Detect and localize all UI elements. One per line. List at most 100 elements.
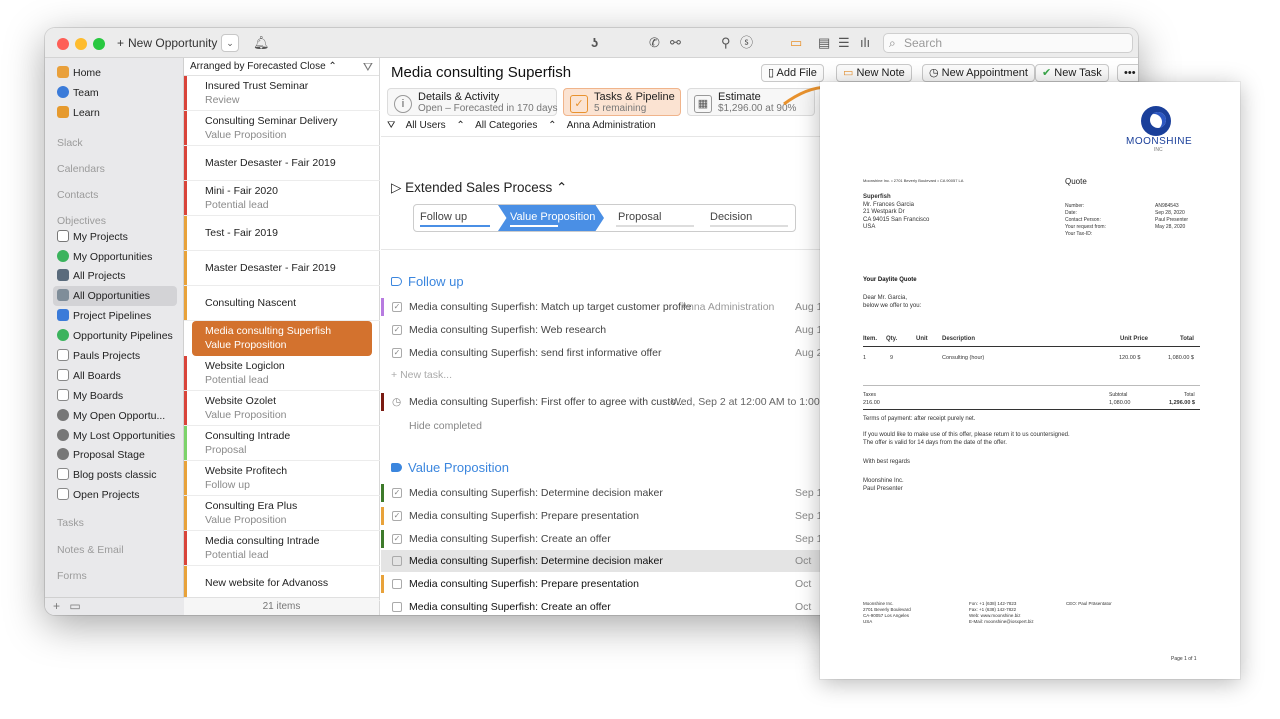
- sidebar-item-home[interactable]: Home: [53, 63, 177, 83]
- appointment-row[interactable]: ◷ Media consulting Superfish: First offe…: [381, 391, 838, 413]
- sidebar-item-learn[interactable]: Learn: [53, 103, 177, 123]
- phone-icon[interactable]: ✆: [649, 35, 660, 51]
- sidebar-item-proposal-stage[interactable]: Proposal Stage: [53, 445, 177, 465]
- list-item[interactable]: Consulting Era Plus Value Proposition: [184, 496, 380, 531]
- checkbox-checked[interactable]: ✓: [392, 348, 402, 358]
- zoom-window-button[interactable]: [93, 38, 105, 50]
- task-row[interactable]: ✓ Media consulting Superfish: send first …: [381, 342, 822, 364]
- sidebar-item-project-pipelines[interactable]: Project Pipelines: [53, 306, 177, 326]
- sidebar-item-my-projects[interactable]: My Projects: [53, 227, 177, 247]
- filter-categories[interactable]: All Categories ⌃: [475, 120, 556, 131]
- filter-assignee[interactable]: Anna Administration: [567, 120, 656, 131]
- filter-users[interactable]: All Users ⌃: [406, 120, 465, 131]
- section-value-proposition[interactable]: Value Proposition: [391, 460, 509, 475]
- task-row[interactable]: Media consulting Superfish: Prepare pres…: [381, 573, 821, 595]
- new-menu-chevron-icon[interactable]: ⌄: [221, 34, 239, 52]
- sidebar-item-my-open-opportunities[interactable]: My Open Opportu...: [53, 406, 177, 426]
- sidebar-item-my-opportunities[interactable]: My Opportunities: [53, 247, 177, 267]
- tab-tasks-pipeline[interactable]: ✓ Tasks & Pipeline 5 remaining: [563, 88, 681, 116]
- tab-details-activity[interactable]: i Details & Activity Open – Forecasted i…: [387, 88, 558, 116]
- section-follow-up[interactable]: Follow up: [391, 274, 464, 289]
- new-note-button[interactable]: ▭ New Note: [836, 64, 912, 82]
- archive-icon[interactable]: ▭: [69, 599, 80, 613]
- new-opportunity-button[interactable]: + New Opportunity: [111, 33, 223, 53]
- section-notes-email[interactable]: Notes & Email: [57, 544, 124, 556]
- add-icon[interactable]: +: [53, 599, 60, 613]
- filter-icon[interactable]: ⛛: [363, 58, 373, 76]
- sync-icon[interactable]: ʖ: [591, 35, 598, 51]
- list-item[interactable]: Website Profitech Follow up: [184, 461, 380, 496]
- list-item-title: Consulting Intrade: [205, 430, 291, 442]
- filter-icon[interactable]: ⛛: [387, 120, 395, 131]
- list-sort-header[interactable]: Arranged by Forecasted Close ⌃ ⛛: [184, 58, 379, 76]
- section-tasks[interactable]: Tasks: [57, 517, 84, 529]
- list-item[interactable]: Consulting Intrade Proposal: [184, 426, 380, 461]
- minimize-window-button[interactable]: [75, 38, 87, 50]
- list-item[interactable]: Master Desaster - Fair 2019: [184, 146, 380, 181]
- checkbox-checked[interactable]: ✓: [392, 325, 402, 335]
- bell-icon[interactable]: 🔔︎: [253, 35, 270, 51]
- new-appointment-button[interactable]: ◷ New Appointment: [922, 64, 1035, 82]
- hide-completed-link[interactable]: Hide completed: [409, 420, 482, 432]
- checkbox[interactable]: [392, 556, 402, 566]
- panel-toggle-icon[interactable]: ▭: [790, 35, 802, 51]
- section-slack[interactable]: Slack: [57, 137, 83, 149]
- section-contacts[interactable]: Contacts: [57, 189, 98, 201]
- close-window-button[interactable]: [57, 38, 69, 50]
- list-item[interactable]: Mini - Fair 2020 Potential lead: [184, 181, 380, 216]
- stage-follow-up[interactable]: Follow up: [414, 205, 498, 231]
- section-calendars[interactable]: Calendars: [57, 163, 105, 175]
- new-task-button[interactable]: ✔ New Task: [1035, 64, 1109, 82]
- list-item-selected[interactable]: Media consulting Superfish Value Proposit…: [192, 321, 372, 356]
- sidebar-item-opportunity-pipelines[interactable]: Opportunity Pipelines: [53, 326, 177, 346]
- task-row[interactable]: ✓ Media consulting Superfish: Match up ta…: [381, 296, 822, 318]
- chart-view-icon[interactable]: ılı: [860, 35, 870, 51]
- columns-view-icon[interactable]: ▤: [818, 35, 830, 51]
- list-item-title: Media consulting Superfish: [205, 325, 332, 337]
- sidebar-item-blog-posts-classic[interactable]: Blog posts classic: [53, 465, 177, 485]
- stage-proposal[interactable]: Proposal: [610, 205, 700, 231]
- section-objectives[interactable]: Objectives: [57, 215, 106, 227]
- task-row[interactable]: ✓ Media consulting Superfish: Web researc…: [381, 319, 822, 341]
- sidebar-item-pauls-projects[interactable]: Pauls Projects: [53, 346, 177, 366]
- merge-icon[interactable]: ⚲: [721, 35, 731, 51]
- checkbox-checked[interactable]: ✓: [392, 488, 402, 498]
- list-item[interactable]: Consulting Nascent: [184, 286, 380, 321]
- checkbox[interactable]: [392, 602, 402, 612]
- more-button[interactable]: •••: [1117, 64, 1138, 82]
- list-view-icon[interactable]: ☰: [838, 35, 850, 51]
- sidebar-item-team[interactable]: Team: [53, 83, 177, 103]
- list-item[interactable]: Insured Trust Seminar Review: [184, 76, 380, 111]
- list-item[interactable]: Website Logiclon Potential lead: [184, 356, 380, 391]
- checkbox-checked[interactable]: ✓: [392, 302, 402, 312]
- task-row[interactable]: Media consulting Superfish: Determine de…: [381, 550, 821, 572]
- task-row[interactable]: Media consulting Superfish: Create an of…: [381, 596, 821, 615]
- sidebar-item-all-projects[interactable]: All Projects: [53, 266, 177, 286]
- sidebar-item-my-lost-opportunities[interactable]: My Lost Opportunities: [53, 426, 177, 446]
- list-item[interactable]: New website for Advanoss: [184, 566, 380, 601]
- task-row[interactable]: ✓ Media consulting Superfish: Create an o…: [381, 528, 822, 550]
- list-item[interactable]: Consulting Seminar Delivery Value Proposi…: [184, 111, 380, 146]
- checkbox[interactable]: [392, 579, 402, 589]
- task-row[interactable]: ✓ Media consulting Superfish: Prepare pre…: [381, 505, 822, 527]
- stage-value-proposition[interactable]: Value Proposition: [498, 205, 604, 231]
- stage-decision[interactable]: Decision: [704, 205, 794, 231]
- sidebar-item-all-boards[interactable]: All Boards: [53, 366, 177, 386]
- checkbox-checked[interactable]: ✓: [392, 511, 402, 521]
- list-item[interactable]: Website Ozolet Value Proposition: [184, 391, 380, 426]
- list-item[interactable]: Test - Fair 2019: [184, 216, 380, 251]
- link-icon[interactable]: ⚯: [670, 35, 681, 51]
- search-input[interactable]: ⌕ Search: [883, 33, 1133, 53]
- task-row[interactable]: ✓ Media consulting Superfish: Determine d…: [381, 482, 822, 504]
- checkbox-checked[interactable]: ✓: [392, 534, 402, 544]
- sidebar-item-all-opportunities[interactable]: All Opportunities: [53, 286, 177, 306]
- dollar-icon[interactable]: ⓢ: [740, 35, 753, 51]
- section-forms[interactable]: Forms: [57, 570, 87, 582]
- list-item[interactable]: Media consulting Intrade Potential lead: [184, 531, 380, 566]
- list-item[interactable]: Master Desaster - Fair 2019: [184, 251, 380, 286]
- add-file-button[interactable]: ▯ Add File: [761, 64, 824, 82]
- sidebar-item-open-projects[interactable]: Open Projects: [53, 485, 177, 505]
- sidebar-item-my-boards[interactable]: My Boards: [53, 386, 177, 406]
- new-task-field[interactable]: + New task...: [391, 369, 452, 381]
- pipeline-selector[interactable]: ▷ Extended Sales Process ⌃: [391, 180, 567, 196]
